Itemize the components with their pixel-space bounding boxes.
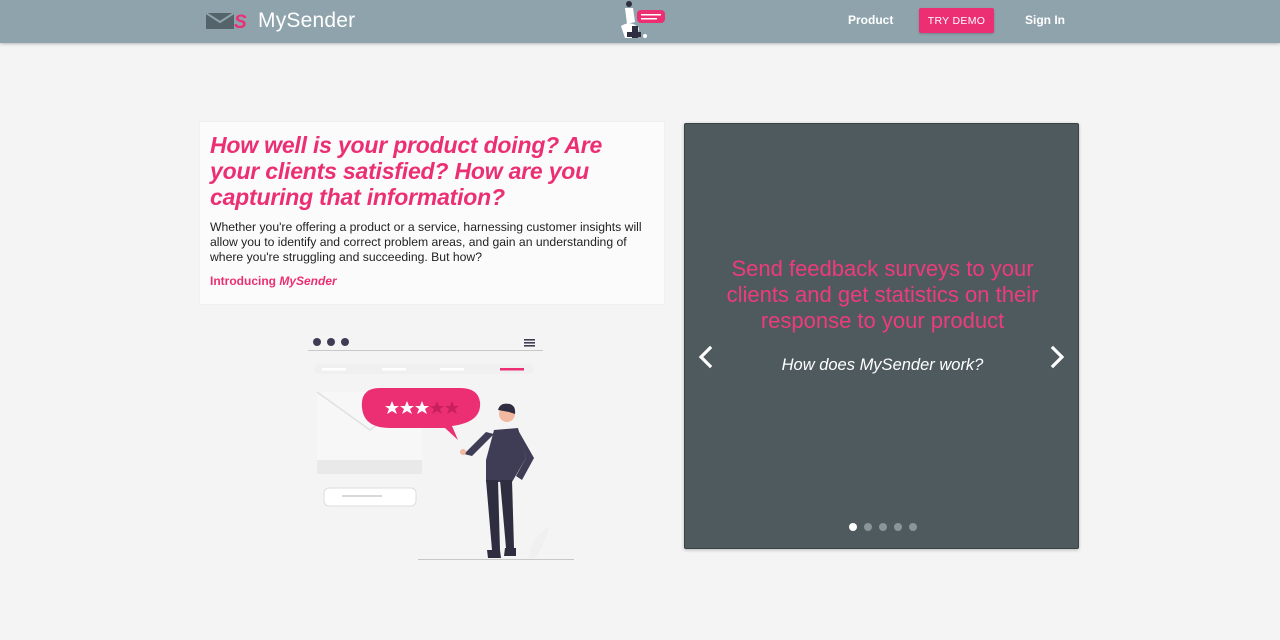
introducing-link[interactable]: Introducing MySender	[210, 274, 337, 288]
nav-signin-link[interactable]: Sign In	[1025, 13, 1065, 27]
carousel-dot[interactable]	[893, 523, 902, 531]
carousel-dot[interactable]	[848, 523, 857, 531]
carousel-dot[interactable]	[878, 523, 887, 531]
chevron-right-icon[interactable]	[1046, 344, 1068, 370]
chevron-left-icon[interactable]	[695, 344, 717, 370]
introducing-link-prefix: Introducing	[210, 274, 280, 288]
logo-letter: S	[234, 12, 247, 31]
carousel-indicators	[685, 523, 1080, 531]
nav-product-link[interactable]: Product	[848, 13, 893, 27]
brand[interactable]: S MySender	[205, 8, 356, 34]
menu-icon	[524, 339, 535, 347]
introducing-link-brand: MySender	[279, 274, 337, 288]
feature-carousel: Send feedback surveys to your clients an…	[684, 123, 1079, 549]
top-navbar: S MySender Product TRY DEMO Sign In	[0, 0, 1280, 43]
intro-heading: How well is your product doing? Are your…	[210, 132, 603, 210]
brand-name: MySender	[258, 9, 356, 32]
header-illustration	[615, 0, 669, 42]
mail-logo-icon: S	[205, 11, 248, 33]
try-demo-button[interactable]: TRY DEMO	[919, 8, 994, 33]
slide-subtitle: How does MySender work?	[781, 356, 984, 374]
carousel-dot[interactable]	[908, 523, 917, 531]
intro-body: Whether you're offering a product or a s…	[210, 220, 642, 264]
intro-card: How well is your product doing? Are your…	[200, 122, 664, 304]
feedback-illustration	[300, 330, 590, 570]
slide-title: Send feedback surveys to your clients an…	[726, 256, 1039, 333]
carousel-dot[interactable]	[863, 523, 872, 531]
